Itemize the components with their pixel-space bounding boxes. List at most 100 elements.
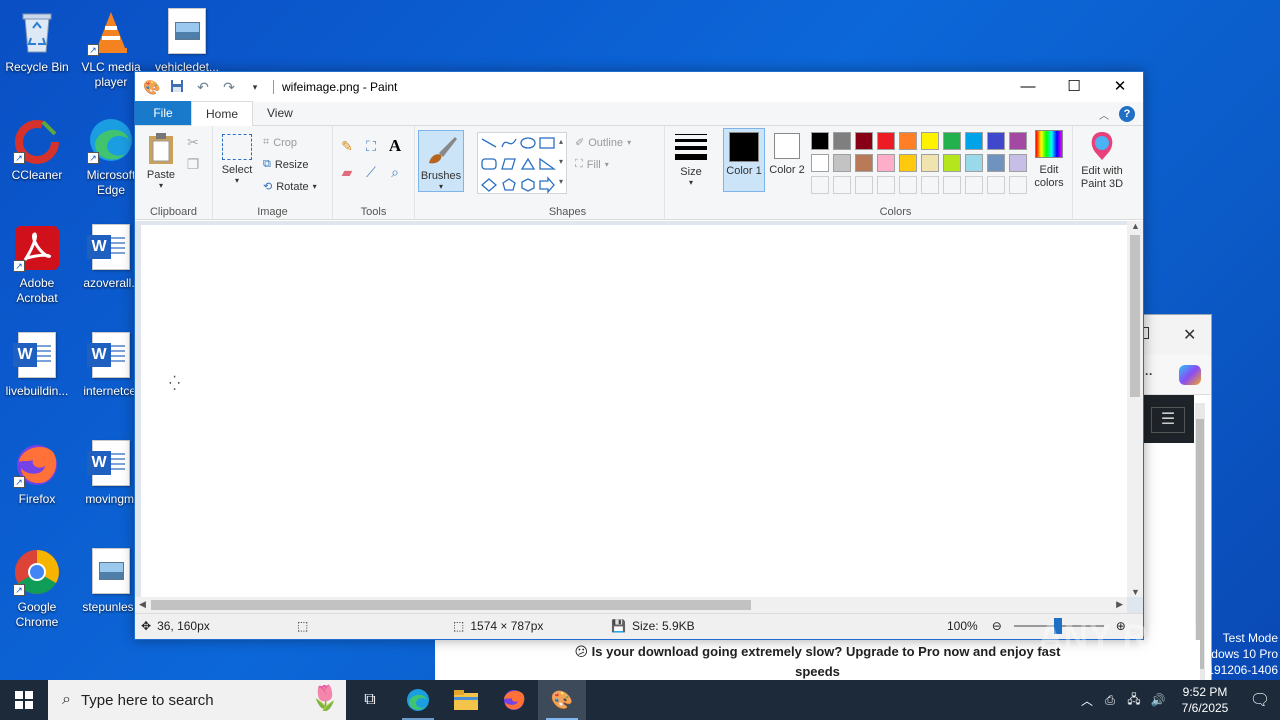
palette-swatch[interactable]	[833, 154, 851, 172]
desktop-icon-vehicledet[interactable]: vehicledet...	[150, 8, 224, 75]
paint-window[interactable]: 🎨 ↶ ↷ ▾ wifeimage.png - Paint — ☐ ✕ File…	[134, 71, 1144, 640]
scroll-down-icon[interactable]: ▼	[1131, 587, 1140, 597]
taskbar-file-explorer[interactable]	[442, 680, 490, 720]
horizontal-scrollbar[interactable]: ◀ ▶	[135, 597, 1127, 613]
desktop-icon-livebuildin[interactable]: W livebuildin...	[0, 332, 74, 399]
palette-swatch[interactable]	[921, 132, 939, 150]
rotate-button[interactable]: ⟲ Rotate ▾	[263, 180, 317, 194]
collapse-ribbon-icon[interactable]: ︿	[1099, 107, 1109, 122]
color-picker-icon[interactable]: ⟋	[361, 162, 381, 182]
maximize-button[interactable]: ☐	[1051, 72, 1097, 102]
tab-file[interactable]: File	[135, 101, 191, 125]
title-bar[interactable]: 🎨 ↶ ↷ ▾ wifeimage.png - Paint — ☐ ✕	[135, 72, 1143, 102]
palette-swatch[interactable]	[921, 176, 939, 194]
volume-icon[interactable]: 🔊	[1146, 693, 1170, 707]
clock[interactable]: 9:52 PM 7/6/2025	[1170, 684, 1240, 716]
palette-swatch[interactable]	[811, 176, 829, 194]
desktop-icon-ccleaner[interactable]: ↗ CCleaner	[0, 116, 74, 183]
scroll-up-icon[interactable]: ▲	[1131, 221, 1140, 231]
save-icon[interactable]	[169, 79, 185, 95]
edit-colors-button[interactable]: Edit colors	[1027, 130, 1071, 190]
palette-swatch[interactable]	[877, 176, 895, 194]
palette-swatch[interactable]	[855, 132, 873, 150]
paste-button[interactable]: Paste ▾	[143, 132, 179, 190]
desktop-icon-firefox[interactable]: ↗ Firefox	[0, 440, 74, 507]
shapes-scroll[interactable]: ▴ ▾ ▾	[555, 132, 567, 194]
palette-swatch[interactable]	[965, 176, 983, 194]
palette-swatch[interactable]	[965, 154, 983, 172]
undo-icon[interactable]: ↶	[195, 79, 211, 95]
palette-swatch[interactable]	[855, 154, 873, 172]
notifications-icon[interactable]: 🗨	[1240, 690, 1280, 710]
close-button[interactable]: ✕	[1097, 72, 1143, 102]
palette-swatch[interactable]	[899, 132, 917, 150]
customize-qat-icon[interactable]: ▾	[247, 79, 263, 95]
palette-swatch[interactable]	[811, 132, 829, 150]
palette-swatch[interactable]	[987, 154, 1005, 172]
palette-swatch[interactable]	[965, 132, 983, 150]
zoom-out-icon[interactable]: ⊖	[992, 619, 1002, 633]
palette-swatch[interactable]	[899, 154, 917, 172]
palette-swatch[interactable]	[855, 176, 873, 194]
palette-swatch[interactable]	[1009, 176, 1027, 194]
tab-view[interactable]: View	[253, 101, 307, 125]
crop-button[interactable]: ⌗ Crop	[263, 136, 297, 149]
palette-swatch[interactable]	[1009, 154, 1027, 172]
palette-swatch[interactable]	[987, 176, 1005, 194]
palette-swatch[interactable]	[943, 176, 961, 194]
vertical-scrollbar[interactable]: ▲ ▼	[1127, 221, 1143, 597]
minimize-button[interactable]: —	[1005, 72, 1051, 102]
magnifier-icon[interactable]: ⌕	[385, 162, 405, 182]
palette-swatch[interactable]	[987, 132, 1005, 150]
palette-swatch[interactable]	[1009, 132, 1027, 150]
copilot-icon[interactable]	[1179, 365, 1201, 385]
scroll-right-icon[interactable]: ▶	[1116, 599, 1123, 610]
tab-home[interactable]: Home	[191, 101, 254, 126]
show-hidden-icons[interactable]: ︿	[1076, 692, 1098, 709]
fill-button[interactable]: ⛶ Fill ▾	[575, 158, 609, 171]
shapes-gallery[interactable]	[477, 132, 567, 194]
color2-button[interactable]: Color 2	[767, 128, 807, 192]
start-button[interactable]	[0, 680, 48, 720]
brushes-button[interactable]: Brushes ▾	[418, 130, 464, 192]
palette-swatch[interactable]	[943, 154, 961, 172]
paint-app-icon[interactable]: 🎨	[143, 79, 160, 95]
palette-swatch[interactable]	[921, 154, 939, 172]
text-icon[interactable]: A	[385, 136, 405, 156]
palette-swatch[interactable]	[811, 154, 829, 172]
tray-device-icon[interactable]: ⎙	[1098, 693, 1122, 708]
resize-button[interactable]: ⧉ Resize	[263, 158, 308, 171]
network-icon[interactable]: 🖧	[1122, 690, 1146, 711]
pencil-icon[interactable]: ✎	[337, 136, 357, 156]
palette-swatch[interactable]	[899, 176, 917, 194]
palette-swatch[interactable]	[877, 132, 895, 150]
taskbar-search[interactable]: ⌕ Type here to search 🌷	[48, 680, 346, 720]
color1-button[interactable]: Color 1	[723, 128, 765, 192]
cut-icon[interactable]: ✂	[183, 132, 203, 152]
palette-swatch[interactable]	[943, 132, 961, 150]
eraser-icon[interactable]: ▰	[337, 162, 357, 182]
select-button[interactable]: Select ▾	[219, 134, 255, 185]
desktop-icon-recycle-bin[interactable]: Recycle Bin	[0, 8, 74, 75]
palette-swatch[interactable]	[877, 154, 895, 172]
drawing-canvas[interactable]: ⁛	[141, 225, 1127, 597]
scroll-left-icon[interactable]: ◀	[139, 599, 146, 610]
desktop-icon-chrome[interactable]: ↗ Google Chrome	[0, 548, 74, 630]
taskbar-paint[interactable]: 🎨	[538, 680, 586, 720]
edit-with-paint3d-button[interactable]: Edit with Paint 3D	[1075, 130, 1129, 191]
desktop-icon-acrobat[interactable]: ↗ Adobe Acrobat	[0, 224, 74, 306]
more-icon[interactable]: ··	[1145, 367, 1153, 381]
outline-button[interactable]: ✐ Outline ▾	[575, 136, 631, 150]
redo-icon[interactable]: ↷	[221, 79, 237, 95]
close-icon[interactable]: ✕	[1183, 325, 1196, 345]
copy-icon[interactable]: ❐	[183, 154, 203, 174]
taskbar-edge[interactable]	[394, 680, 442, 720]
taskbar-firefox[interactable]	[490, 680, 538, 720]
task-view-button[interactable]: ⧉	[346, 680, 394, 720]
fill-bucket-icon[interactable]: ⛶	[361, 136, 381, 156]
size-button[interactable]: Size ▾	[671, 132, 711, 187]
palette-swatch[interactable]	[833, 176, 851, 194]
menu-button[interactable]: ☰	[1143, 395, 1194, 443]
help-icon[interactable]: ?	[1119, 106, 1135, 122]
palette-swatch[interactable]	[833, 132, 851, 150]
